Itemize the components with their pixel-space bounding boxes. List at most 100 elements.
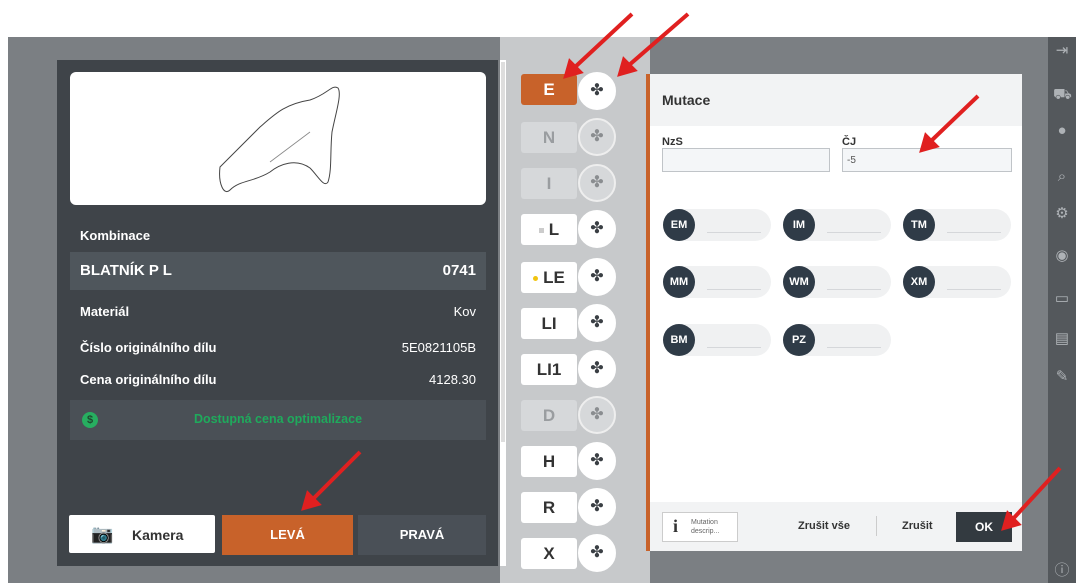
mutation-code-pz[interactable]: PZ: [783, 324, 891, 356]
nzs-label: NzS: [662, 136, 683, 148]
tab-n[interactable]: N: [521, 122, 577, 153]
mutation-code-mm[interactable]: MM: [663, 266, 771, 298]
tab-label: L: [548, 220, 560, 239]
document-icon[interactable]: ▤: [1053, 330, 1071, 348]
material-value: Kov: [453, 304, 476, 319]
edit-icon[interactable]: ✎: [1053, 368, 1071, 386]
lock-icon[interactable]: ●: [1053, 122, 1071, 140]
car-icon[interactable]: ⛟: [1053, 86, 1072, 104]
camera-button[interactable]: 📷 Kamera: [69, 515, 215, 553]
tab-h[interactable]: H: [521, 446, 577, 477]
code-input-line: [707, 232, 761, 233]
info-icon: i: [673, 516, 679, 536]
mutation-icon[interactable]: ✤: [578, 534, 616, 572]
tab-label: I: [546, 174, 552, 193]
code-input-line: [947, 232, 1001, 233]
mutation-icon[interactable]: ✤: [578, 304, 616, 342]
material-row: Materiál Kov: [70, 298, 486, 324]
mutation-description-button[interactable]: i Mutation descrip...: [662, 512, 738, 542]
code-badge: EM: [663, 209, 695, 241]
tab-r[interactable]: R: [521, 492, 577, 523]
optimization-text: Dostupná cena optimalizace: [193, 412, 363, 426]
dot-marker-icon: [533, 276, 539, 282]
right-side-button[interactable]: PRAVÁ: [358, 515, 486, 555]
mutation-icon[interactable]: ✤: [578, 72, 616, 110]
mutation-icon[interactable]: ✤: [578, 210, 616, 248]
part-number-value: 5E0821105B: [401, 340, 476, 355]
tab-label: LI: [541, 314, 557, 333]
cancel-all-button[interactable]: Zrušit vše: [798, 520, 850, 532]
dialog-title: Mutace: [662, 92, 711, 108]
part-number-label: Číslo originálního dílu: [80, 340, 217, 355]
price-row: Cena originálního dílu 4128.30: [70, 368, 486, 394]
mutation-dialog: Mutace NzS ČJ EM IM TM MM WM XM BM PZ i …: [646, 74, 1022, 551]
code-badge: WM: [783, 266, 815, 298]
info-icon[interactable]: ⓘ: [1053, 562, 1071, 580]
tab-li[interactable]: LI: [521, 308, 577, 339]
tab-e[interactable]: E: [521, 74, 577, 105]
mutation-code-im[interactable]: IM: [783, 209, 891, 241]
tab-l[interactable]: L: [521, 214, 577, 245]
code-badge: PZ: [783, 324, 815, 356]
code-input-line: [827, 289, 881, 290]
search-icon[interactable]: ⌕: [1053, 168, 1071, 186]
mutation-code-xm[interactable]: XM: [903, 266, 1011, 298]
camera-icon: 📷: [91, 524, 114, 544]
mutation-description-label: Mutation descrip...: [691, 519, 720, 535]
code-badge: MM: [663, 266, 695, 298]
nzs-input[interactable]: [662, 148, 830, 172]
mutation-icon[interactable]: ✤: [578, 164, 616, 202]
mutation-code-em[interactable]: EM: [663, 209, 771, 241]
code-input-line: [827, 232, 881, 233]
kombinace-row: Kombinace: [70, 218, 486, 252]
material-label: Materiál: [80, 304, 130, 319]
exit-icon[interactable]: ⇥: [1053, 42, 1071, 60]
mutation-icon[interactable]: ✤: [578, 488, 616, 526]
tab-li1[interactable]: LI1: [521, 354, 577, 385]
tab-le[interactable]: LE: [521, 262, 577, 293]
mutation-code-wm[interactable]: WM: [783, 266, 891, 298]
mutation-icon[interactable]: ✤: [578, 442, 616, 480]
code-input-line: [827, 347, 881, 348]
part-code: 0741: [442, 262, 476, 279]
code-input-line: [947, 289, 1001, 290]
tab-label: LE: [543, 268, 565, 287]
optimization-banner[interactable]: $ Dostupná cena optimalizace: [70, 400, 486, 440]
tab-i[interactable]: I: [521, 168, 577, 199]
part-number-row: Číslo originálního dílu 5E0821105B: [70, 334, 486, 360]
code-input-line: [707, 347, 761, 348]
code-badge: TM: [903, 209, 935, 241]
kombinace-label: Kombinace: [80, 228, 151, 243]
square-marker-icon: [538, 228, 544, 234]
cj-input[interactable]: [842, 148, 1012, 172]
dialog-header: Mutace: [650, 74, 1022, 126]
camera-button-label: Kamera: [132, 527, 184, 543]
gear-icon[interactable]: ⚙: [1053, 205, 1071, 223]
tab-label: X: [543, 544, 555, 563]
mutation-code-tm[interactable]: TM: [903, 209, 1011, 241]
price-label: Cena originálního dílu: [80, 372, 217, 387]
mutation-icon[interactable]: ✤: [578, 118, 616, 156]
scrollbar-thumb[interactable]: [501, 62, 505, 442]
tab-x[interactable]: X: [521, 538, 577, 569]
part-image: [70, 72, 486, 205]
tab-label: N: [542, 128, 556, 147]
divider: [876, 516, 877, 536]
camera-icon[interactable]: ◉: [1053, 247, 1071, 265]
tab-label: LI1: [536, 360, 562, 379]
cj-label: ČJ: [842, 136, 857, 148]
ok-button[interactable]: OK: [956, 512, 1012, 542]
part-name: BLATNÍK P L: [80, 262, 172, 279]
mutation-icon[interactable]: ✤: [578, 350, 616, 388]
mutation-icon[interactable]: ✤: [578, 258, 616, 296]
cancel-button[interactable]: Zrušit: [902, 520, 933, 532]
dialog-footer: i Mutation descrip... Zrušit vše Zrušit …: [650, 502, 1022, 551]
tab-d[interactable]: D: [521, 400, 577, 431]
mutation-icon[interactable]: ✤: [578, 396, 616, 434]
tab-label: D: [542, 406, 556, 425]
left-side-button[interactable]: LEVÁ: [222, 515, 353, 555]
mutation-code-bm[interactable]: BM: [663, 324, 771, 356]
tab-label: E: [543, 80, 555, 99]
monitor-icon[interactable]: ▭: [1053, 290, 1071, 308]
tab-label: R: [542, 498, 556, 517]
